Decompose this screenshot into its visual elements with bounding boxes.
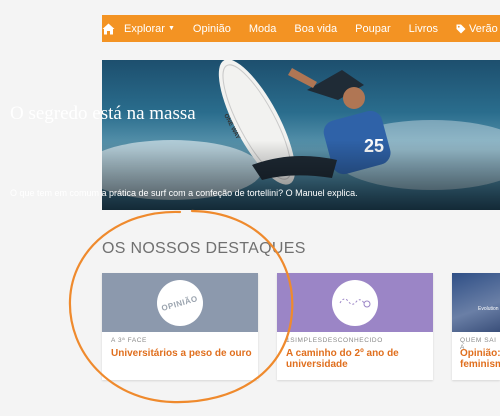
card-title[interactable]: Opinião: feminism (460, 348, 500, 370)
opiniao-logo: OPINIÃO (157, 280, 203, 326)
card-title[interactable]: A caminho do 2º ano de universidade (286, 348, 427, 370)
hero-title[interactable]: O segredo está na massa (10, 103, 196, 125)
nav-poupar[interactable]: Poupar (346, 15, 399, 42)
nav-verao-label: Verão (469, 22, 498, 35)
nav-boa-vida[interactable]: Boa vida (285, 15, 346, 42)
caret-down-icon: ▼ (167, 25, 175, 32)
section-title: OS NOSSOS DESTAQUES (102, 240, 306, 257)
nav-moda[interactable]: Moda (240, 15, 286, 42)
highlight-card[interactable]: OPINIÃO A 3ª FACE Universitários a peso … (102, 273, 258, 380)
card-title[interactable]: Universitários a peso de ouro (111, 348, 252, 359)
home-icon (102, 23, 115, 34)
highlight-card[interactable]: Evolution QUEM SAI A Opinião: feminism (452, 273, 500, 380)
doodle-logo (332, 280, 378, 326)
hero-shade (102, 140, 500, 210)
main-navbar: Explorar ▼ Opinião Moda Boa vida Poupar … (102, 15, 500, 42)
card-image-text: Evolution (478, 306, 499, 312)
tag-icon (456, 24, 466, 34)
card-image: Evolution (452, 273, 500, 332)
home-button[interactable] (102, 15, 115, 42)
hero-subtitle: O que tem em comum a prática de surf com… (10, 188, 358, 198)
doodle-icon (339, 298, 371, 308)
nav-explorar[interactable]: Explorar ▼ (115, 15, 184, 42)
card-category: 1SIMPLESDESCONHECIDO (286, 337, 383, 344)
nav-explorar-label: Explorar (124, 22, 165, 35)
card-image (277, 273, 433, 332)
nav-livros[interactable]: Livros (400, 15, 447, 42)
highlight-card[interactable]: 1SIMPLESDESCONHECIDO A caminho do 2º ano… (277, 273, 433, 380)
opiniao-logo-text: OPINIÃO (160, 293, 200, 313)
card-image: OPINIÃO (102, 273, 258, 332)
card-category: A 3ª FACE (111, 337, 147, 344)
nav-verao[interactable]: Verão (447, 15, 500, 42)
nav-opiniao[interactable]: Opinião (184, 15, 240, 42)
